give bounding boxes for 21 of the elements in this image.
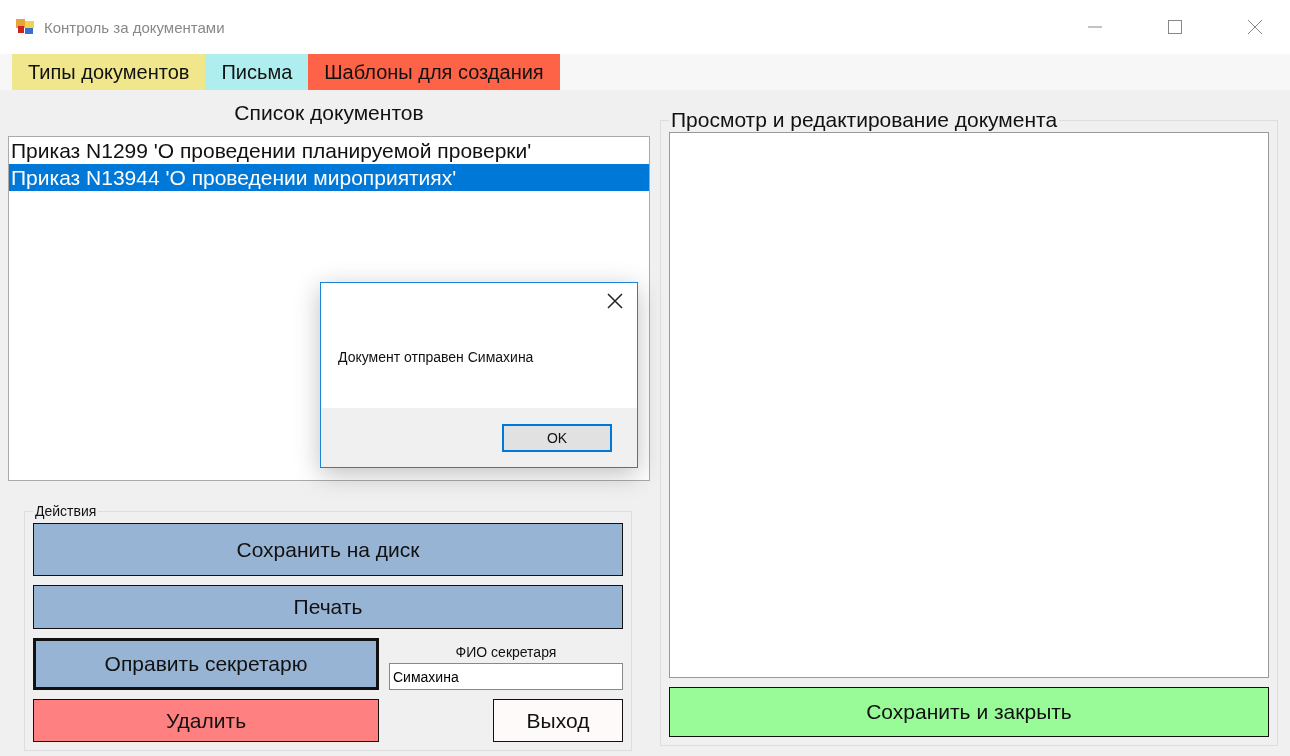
print-button[interactable]: Печать xyxy=(33,585,623,629)
save-and-close-button[interactable]: Сохранить и закрыть xyxy=(669,687,1269,737)
ok-button[interactable]: OK xyxy=(502,423,612,452)
editor-title: Просмотр и редактирование документа xyxy=(670,108,1059,132)
menu-item[interactable]: Письма xyxy=(205,54,309,90)
send-button[interactable]: Оправить секретарю xyxy=(33,638,379,690)
app-icon xyxy=(16,19,34,35)
exit-button[interactable]: Выход xyxy=(493,699,623,742)
dialog-message: Документ отправен Симахина xyxy=(338,349,535,365)
secretary-label: ФИО секретаря xyxy=(455,644,557,660)
menu-item[interactable]: Шаблоны для создания xyxy=(308,54,560,90)
window-title: Контроль за документами xyxy=(44,18,226,36)
save-to-disk-button[interactable]: Сохранить на диск xyxy=(33,523,623,576)
close-icon[interactable] xyxy=(607,293,623,309)
group-title: Действия xyxy=(34,503,98,519)
menu-item[interactable]: Типы документов xyxy=(12,54,206,90)
delete-button[interactable]: Удалить xyxy=(33,699,379,742)
list-item[interactable]: Приказ N13944 'О проведении мироприятиях' xyxy=(9,164,649,191)
secretary-field[interactable]: Симахина xyxy=(389,663,623,690)
list-item[interactable]: Приказ N1299 'О проведении планируемой проверки' xyxy=(9,137,649,164)
list-title: Список документов xyxy=(233,100,425,126)
